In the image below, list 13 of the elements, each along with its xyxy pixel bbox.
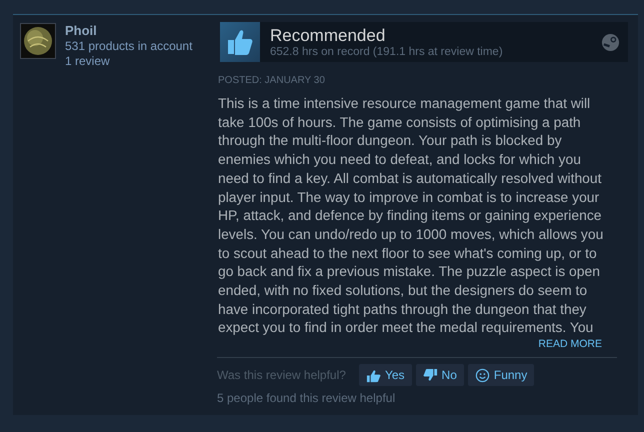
helpful-count: 5 people found this review helpful (217, 391, 396, 406)
review-count[interactable]: 1 review (65, 54, 192, 69)
hours-on-record: 652.8 hrs on record (191.1 hrs at review time) (270, 46, 504, 58)
read-more-link[interactable]: READ MORE (538, 337, 602, 352)
verdict-title[interactable]: Recommended (270, 26, 601, 46)
helpful-question: Was this review helpful? (217, 368, 346, 382)
no-button[interactable]: No (416, 364, 464, 386)
review-text: This is a time intensive resource management game that will take 100s of hours. The game consists of optimising a path through the multi-floor dungeon. Your path is blocked by enemies which you need to defeat, and locks for which you need to find a key. All combat is automatically resolved without player input. The way to improve in combat is to increase your HP, attack, and defence by finding items or gaining experience levels. You can undo/redo up to 1000 moves, which allows you to scout ahead to the next floor to see what's coming up, or to go back and fix a previous mistake. The puzzle aspect is open ended, with no fixed solutions, but the designers do seem to have incorporated tight paths through the dungeon that they expect you to find in order meet the medal requirements. You (218, 94, 604, 338)
yes-button[interactable]: Yes (358, 364, 412, 386)
posted-date: POSTED: JANUARY 30 (218, 75, 326, 87)
reviewer-name[interactable]: Phoil (65, 23, 192, 39)
products-count[interactable]: 531 products in account (65, 39, 192, 54)
funny-button[interactable]: Funny (468, 364, 534, 386)
